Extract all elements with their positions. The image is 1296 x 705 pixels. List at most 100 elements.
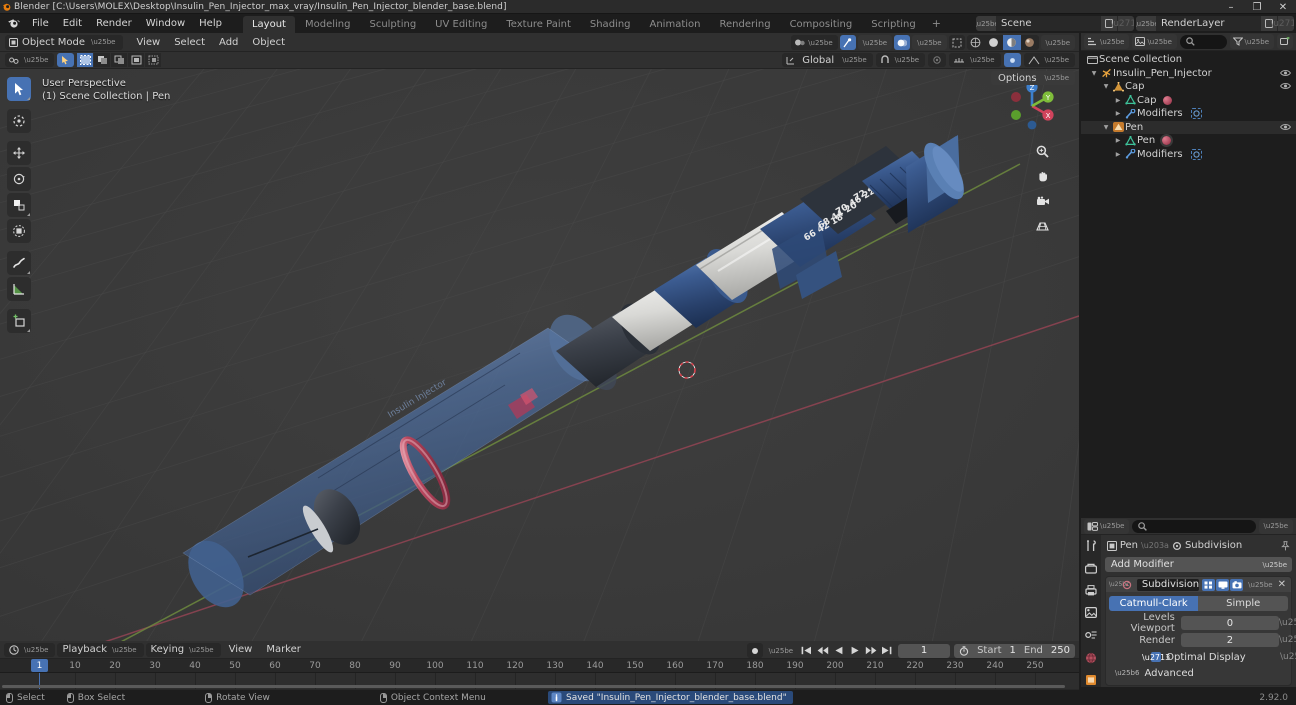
select-extend-button[interactable] [94,53,111,67]
menu-file[interactable]: File [25,16,56,31]
viewport-menu-select[interactable]: Select [167,35,212,50]
add-modifier-button[interactable]: Add Modifier \u25be [1104,557,1292,572]
jump-to-start-button[interactable] [799,643,814,658]
viewport-menu-object[interactable]: Object [245,35,292,50]
workspace-tab-animation[interactable]: Animation [641,16,710,34]
pan-hand-icon[interactable] [1032,166,1053,187]
falloff-curve-button[interactable]: \u25be [1023,53,1075,67]
menu-help[interactable]: Help [192,16,229,31]
workspace-tab-sculpting[interactable]: Sculpting [360,16,425,34]
panel-disclosure-icon[interactable]: \u25bc [1109,581,1130,588]
menu-render[interactable]: Render [89,16,139,31]
tool-add-cube[interactable] [7,309,31,333]
levels-viewport-animate-dot[interactable]: \u25cf [1279,618,1296,628]
viewport-menu-view[interactable]: View [129,35,167,50]
outliner-row-cap-modifiers[interactable]: ▶ Modifiers [1081,107,1296,121]
object-mode-selector[interactable]: Object Mode \u25be [5,34,124,50]
tab-view-layer-icon[interactable] [1083,606,1099,619]
jump-to-end-button[interactable] [879,643,894,658]
tab-scene-icon[interactable] [1083,629,1099,642]
auto-keying-toggle[interactable] [746,643,763,658]
tool-measure[interactable] [7,277,31,301]
tab-tool-icon[interactable] [1083,539,1099,552]
outliner-new-collection-button[interactable] [1277,34,1293,49]
render-levels-value[interactable]: 2 [1180,633,1279,647]
properties-search-input[interactable] [1132,519,1256,533]
outliner-row-pen-object[interactable]: ▼ Pen [1081,120,1296,134]
timeline-marker-menu[interactable]: Marker [260,643,307,656]
outliner-row-insulin-pen-injector[interactable]: ▼ Insulin_Pen_Injector [1081,67,1296,81]
visibility-toggle[interactable]: \u25be [791,35,838,50]
auto-keying-dropdown[interactable]: \u25be [767,647,795,655]
timeline-editor[interactable]: \u25be Playback \u25be Keying \u25be Vie… [0,641,1079,690]
maximize-button[interactable]: ❐ [1244,0,1270,14]
overlays-toggle[interactable] [894,35,911,50]
scene-selector[interactable]: \u25be Scene \u2715 [976,16,1134,31]
3d-viewport[interactable]: Insulin Injector 68 44 20 70 46 22 66 42… [0,33,1079,641]
end-frame-value[interactable]: 250 [1051,645,1070,656]
tool-rotate[interactable] [7,167,31,191]
play-reverse-button[interactable] [831,643,846,658]
optimal-display-animate-dot[interactable]: \u25cf [1280,652,1296,662]
blender-menu-icon[interactable] [4,16,22,31]
shading-rendered-button[interactable] [1021,35,1039,50]
menu-edit[interactable]: Edit [56,16,89,31]
view-layer-name[interactable]: RenderLayer [1156,16,1260,31]
material-icon-pen[interactable] [1162,136,1172,146]
properties-editor[interactable]: \u25be \u25be Pen \u203a Subdivision Add… [1081,518,1296,687]
breadcrumb-object-name[interactable]: Pen [1120,540,1138,551]
modifier-chip-cap[interactable] [1190,108,1202,120]
select-intersect-button[interactable] [145,53,162,67]
remove-view-layer-button[interactable]: \u2715 [1270,16,1294,31]
zoom-icon[interactable] [1032,141,1053,162]
outliner-row-scene-collection[interactable]: Scene Collection [1081,53,1296,67]
levels-viewport-value[interactable]: 0 [1180,616,1279,630]
add-workspace-button[interactable]: + [926,15,947,32]
outliner-filter-id-button[interactable]: \u25be [1132,34,1177,49]
tool-select-box[interactable] [7,77,31,101]
playback-menu[interactable]: Playback \u25be [57,642,144,657]
visibility-eye-icon-cap[interactable] [1280,82,1291,90]
outliner-row-cap-mesh[interactable]: ▶ Cap [1081,94,1296,108]
xray-toggle[interactable] [948,35,965,50]
outliner-search-field[interactable] [1198,36,1227,47]
timeline-playhead[interactable]: 1 [31,659,48,672]
show-in-render-toggle[interactable] [1230,578,1244,591]
proportional-editing-toggle[interactable] [928,53,947,67]
disclosure-triangle-icon[interactable]: ▶ [1113,110,1123,117]
workspace-tab-rendering[interactable]: Rendering [710,16,779,34]
outliner-row-pen-mesh[interactable]: ▶ Pen [1081,134,1296,148]
view-layer-selector[interactable]: \u25be RenderLayer \u2715 [1136,16,1294,31]
shading-material-preview-button[interactable] [1002,35,1021,50]
workspace-tab-uv-editing[interactable]: UV Editing [426,16,496,34]
modifier-extras-dropdown[interactable]: \u25be [1246,581,1274,589]
workspace-tab-scripting[interactable]: Scripting [862,16,924,34]
pin-id-icon[interactable] [1281,540,1290,551]
status-report-banner[interactable]: Saved "Insulin_Pen_Injector_blender_base… [548,691,793,704]
workspace-tab-layout[interactable]: Layout [242,15,295,34]
outliner-row-cap-object[interactable]: ▼ Cap [1081,80,1296,94]
tab-world-icon[interactable] [1083,651,1099,664]
outliner-row-pen-modifiers[interactable]: ▶ Modifiers [1081,148,1296,162]
jump-to-next-keyframe-button[interactable] [863,643,878,658]
properties-editor-type-button[interactable]: \u25be [1084,518,1130,534]
active-tool-selector[interactable]: \u25be [5,53,55,67]
timeline-editor-type-button[interactable]: \u25be [4,642,56,657]
transform-orientation-selector[interactable]: Global \u25be [782,53,873,67]
proportional-falloff-button[interactable] [1003,53,1021,67]
timeline-view-menu[interactable]: View [223,643,259,656]
workspace-tab-modeling[interactable]: Modeling [296,16,360,34]
advanced-section-row[interactable]: \u25b6 Advanced [1109,666,1288,680]
show-in-edit-mode-toggle[interactable] [1202,578,1216,591]
material-icon-cap[interactable] [1163,95,1173,105]
close-button[interactable]: ✕ [1270,0,1296,14]
algorithm-catmull-clark-button[interactable]: Catmull-Clark [1108,596,1199,611]
optimal-display-checkbox[interactable]: \u2713 [1142,652,1170,662]
gizmo-toggle[interactable] [839,35,856,50]
menu-window[interactable]: Window [139,16,192,31]
minimize-button[interactable]: – [1218,0,1244,14]
render-levels-animate-dot[interactable]: \u25cf [1279,635,1296,645]
disclosure-triangle-icon[interactable]: ▶ [1113,151,1123,158]
timeline-track[interactable] [0,673,1079,689]
modifier-chip-pen[interactable] [1190,148,1202,160]
